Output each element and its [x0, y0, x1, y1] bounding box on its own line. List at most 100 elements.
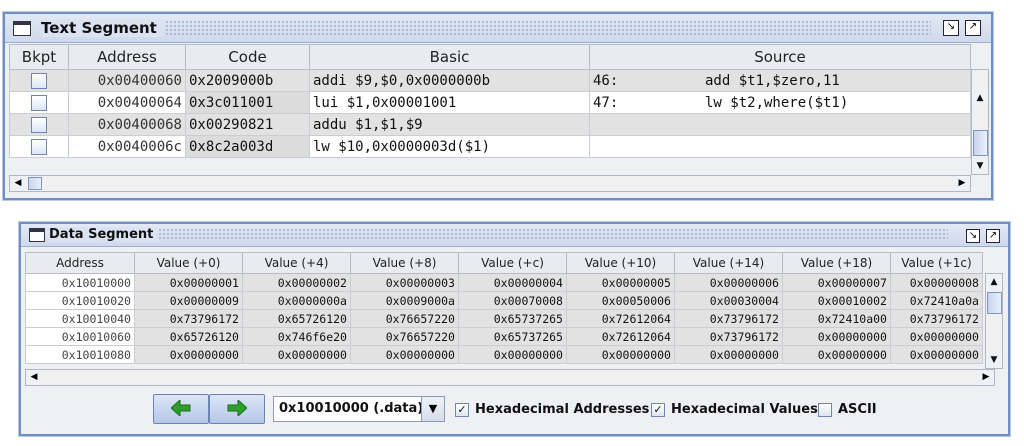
scroll-down-icon[interactable]: ▼ — [972, 158, 988, 174]
value-cell[interactable]: 0x00000000 — [566, 345, 675, 364]
hex-values-checkbox[interactable]: ✓ — [651, 402, 665, 417]
table-row[interactable]: 0x00400068 0x00290821 addu $1,$1,$9 — [9, 113, 971, 136]
value-cell[interactable]: 0x73796172 — [134, 309, 243, 328]
value-cell[interactable]: 0x00000007 — [782, 273, 891, 292]
value-cell[interactable]: 0x746f6e20 — [242, 327, 351, 346]
value-cell[interactable]: 0x73796172 — [890, 309, 983, 328]
value-cell[interactable]: 0x72410a0a — [890, 291, 983, 310]
value-cell[interactable]: 0x00000000 — [242, 345, 351, 364]
scroll-up-icon[interactable]: ▲ — [986, 274, 1002, 290]
data-segment-titlebar[interactable]: Data Segment ↘ ↗ — [21, 224, 1008, 247]
value-cell[interactable]: 0x00030004 — [674, 291, 783, 310]
value-cell[interactable]: 0x65737265 — [458, 327, 567, 346]
value-cell[interactable]: 0x00000000 — [134, 345, 243, 364]
maximize-icon[interactable]: ↗ — [965, 20, 981, 36]
value-cell[interactable]: 0x72612064 — [566, 309, 675, 328]
value-cell[interactable]: 0x00000000 — [674, 345, 783, 364]
column-header-value[interactable]: Value (+0) — [134, 252, 243, 274]
value-cell[interactable]: 0x73796172 — [674, 309, 783, 328]
table-row[interactable]: 0x00400064 0x3c011001 lui $1,0x00001001 … — [9, 91, 971, 114]
hex-addresses-checkbox[interactable]: ✓ — [455, 402, 469, 417]
value-cell[interactable]: 0x00000000 — [782, 327, 891, 346]
value-cell[interactable]: 0x0009000a — [350, 291, 459, 310]
breakpoint-checkbox[interactable] — [31, 72, 47, 89]
text-segment-titlebar[interactable]: Text Segment ↘ ↗ — [5, 14, 991, 43]
text-vertical-scrollbar[interactable]: ▲ ▼ — [971, 69, 989, 175]
value-cell[interactable]: 0x72612064 — [566, 327, 675, 346]
scroll-right-icon[interactable]: ▶ — [978, 370, 994, 385]
column-header-source[interactable]: Source — [589, 44, 971, 70]
column-header-basic[interactable]: Basic — [309, 44, 590, 70]
scroll-thumb[interactable] — [973, 130, 988, 156]
bkpt-cell[interactable] — [9, 91, 69, 114]
column-header-value[interactable]: Value (+c) — [458, 252, 567, 274]
scroll-thumb[interactable] — [987, 292, 1002, 314]
value-cell[interactable]: 0x00000009 — [134, 291, 243, 310]
table-row[interactable]: 0x10010000 0x00000001 0x00000002 0x00000… — [25, 273, 983, 292]
value-cell[interactable]: 0x00010002 — [782, 291, 891, 310]
column-header-address[interactable]: Address — [25, 252, 135, 274]
value-cell[interactable]: 0x00050006 — [566, 291, 675, 310]
column-header-value[interactable]: Value (+10) — [566, 252, 675, 274]
value-cell[interactable]: 0x76657220 — [350, 309, 459, 328]
bkpt-cell[interactable] — [9, 113, 69, 136]
previous-button[interactable] — [153, 394, 209, 424]
table-row[interactable]: 0x10010040 0x73796172 0x65726120 0x76657… — [25, 309, 983, 328]
hex-values-option[interactable]: ✓ Hexadecimal Values — [651, 402, 818, 418]
minimize-icon[interactable]: ↘ — [943, 20, 959, 36]
value-cell[interactable]: 0x00000004 — [458, 273, 567, 292]
value-cell[interactable]: 0x00000000 — [350, 345, 459, 364]
table-row[interactable]: 0x0040006c 0x8c2a003d lw $10,0x0000003d(… — [9, 135, 971, 158]
value-cell[interactable]: 0x73796172 — [674, 327, 783, 346]
value-cell[interactable]: 0x00000005 — [566, 273, 675, 292]
value-cell[interactable]: 0x00070008 — [458, 291, 567, 310]
column-header-bkpt[interactable]: Bkpt — [9, 44, 69, 70]
ascii-checkbox[interactable] — [818, 402, 832, 417]
value-cell[interactable]: 0x72410a00 — [782, 309, 891, 328]
text-horizontal-scrollbar[interactable]: ◀ ▶ — [9, 175, 971, 192]
value-cell[interactable]: 0x00000002 — [242, 273, 351, 292]
value-cell[interactable]: 0x65726120 — [134, 327, 243, 346]
value-cell[interactable]: 0x00000001 — [134, 273, 243, 292]
scroll-down-icon[interactable]: ▼ — [986, 352, 1002, 368]
hex-addresses-option[interactable]: ✓ Hexadecimal Addresses — [455, 402, 649, 418]
table-row[interactable]: 0x10010080 0x00000000 0x00000000 0x00000… — [25, 345, 983, 364]
ascii-option[interactable]: ASCII — [818, 402, 877, 418]
column-header-value[interactable]: Value (+18) — [782, 252, 891, 274]
chevron-down-icon[interactable]: ▼ — [421, 397, 444, 421]
next-button[interactable] — [209, 394, 265, 424]
data-vertical-scrollbar[interactable]: ▲ ▼ — [985, 273, 1003, 369]
scroll-left-icon[interactable]: ◀ — [26, 370, 42, 385]
value-cell[interactable]: 0x00000000 — [458, 345, 567, 364]
table-row[interactable]: 0x10010060 0x65726120 0x746f6e20 0x76657… — [25, 327, 983, 346]
breakpoint-checkbox[interactable] — [31, 116, 47, 133]
scroll-up-icon[interactable]: ▲ — [972, 90, 988, 106]
scroll-right-icon[interactable]: ▶ — [954, 176, 970, 191]
value-cell[interactable]: 0x00000003 — [350, 273, 459, 292]
data-horizontal-scrollbar[interactable]: ◀ ▶ — [25, 369, 995, 386]
column-header-address[interactable]: Address — [68, 44, 186, 70]
maximize-icon[interactable]: ↗ — [986, 229, 1000, 243]
table-row[interactable]: 0x10010020 0x00000009 0x0000000a 0x00090… — [25, 291, 983, 310]
segment-select[interactable]: 0x10010000 (.data) ▼ — [273, 396, 445, 422]
column-header-value[interactable]: Value (+14) — [674, 252, 783, 274]
value-cell[interactable]: 0x00000000 — [782, 345, 891, 364]
breakpoint-checkbox[interactable] — [31, 94, 47, 111]
value-cell[interactable]: 0x65737265 — [458, 309, 567, 328]
bkpt-cell[interactable] — [9, 135, 69, 158]
scroll-left-icon[interactable]: ◀ — [10, 176, 26, 191]
table-row[interactable]: 0x00400060 0x2009000b addi $9,$0,0x00000… — [9, 69, 971, 92]
column-header-value[interactable]: Value (+8) — [350, 252, 459, 274]
scroll-thumb[interactable] — [28, 177, 42, 190]
value-cell[interactable]: 0x00000008 — [890, 273, 983, 292]
column-header-value[interactable]: Value (+4) — [242, 252, 351, 274]
value-cell[interactable]: 0x65726120 — [242, 309, 351, 328]
column-header-value[interactable]: Value (+1c) — [890, 252, 983, 274]
breakpoint-checkbox[interactable] — [31, 138, 47, 155]
value-cell[interactable]: 0x00000000 — [890, 345, 983, 364]
minimize-icon[interactable]: ↘ — [966, 229, 980, 243]
value-cell[interactable]: 0x0000000a — [242, 291, 351, 310]
value-cell[interactable]: 0x00000006 — [674, 273, 783, 292]
bkpt-cell[interactable] — [9, 69, 69, 92]
column-header-code[interactable]: Code — [185, 44, 310, 70]
